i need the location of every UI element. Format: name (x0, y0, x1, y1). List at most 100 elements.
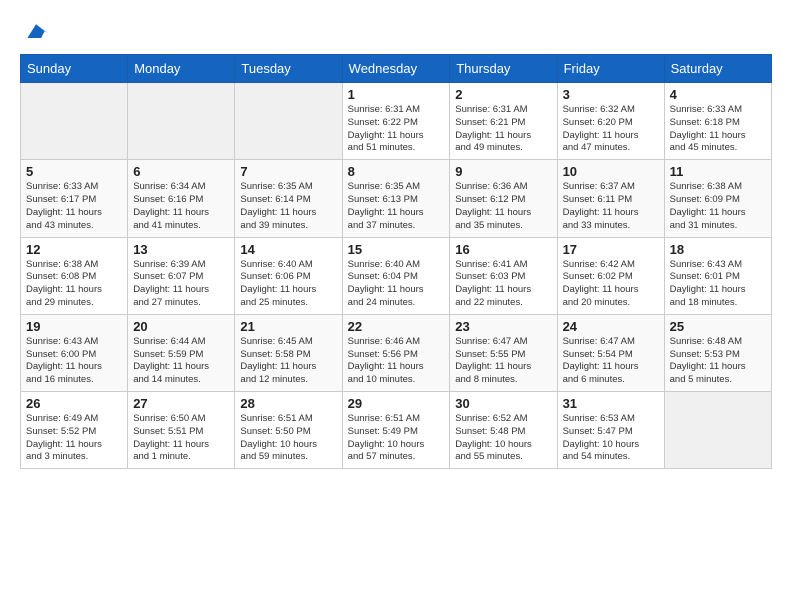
week-row-4: 19Sunrise: 6:43 AM Sunset: 6:00 PM Dayli… (21, 314, 772, 391)
week-row-1: 1 Sunrise: 6:31 AM Sunset: 6:22 PM Daylig… (21, 83, 772, 160)
day-cell: 2 Sunrise: 6:31 AM Sunset: 6:21 PM Daylig… (450, 83, 557, 160)
day-number: 9 (455, 164, 551, 179)
day-info: Sunrise: 6:36 AM Sunset: 6:12 PM Dayligh… (455, 181, 551, 232)
day-info: Sunrise: 6:47 AM Sunset: 5:54 PM Dayligh… (563, 336, 659, 387)
day-cell: 19Sunrise: 6:43 AM Sunset: 6:00 PM Dayli… (21, 314, 128, 391)
week-row-3: 12 Sunrise: 6:38 AM Sunset: 6:08 PM Dayli… (21, 237, 772, 314)
day-cell: 13Sunrise: 6:39 AM Sunset: 6:07 PM Dayli… (128, 237, 235, 314)
day-number: 15 (348, 242, 445, 257)
day-cell: 15 Sunrise: 6:40 AM Sunset: 6:04 PM Dayli… (342, 237, 450, 314)
day-cell: 11 Sunrise: 6:38 AM Sunset: 6:09 PM Dayli… (664, 160, 771, 237)
day-cell: 1 Sunrise: 6:31 AM Sunset: 6:22 PM Daylig… (342, 83, 450, 160)
day-info: Sunrise: 6:34 AM Sunset: 6:16 PM Dayligh… (133, 181, 229, 232)
day-number: 2 (455, 87, 551, 102)
day-cell: 8 Sunrise: 6:35 AM Sunset: 6:13 PM Daylig… (342, 160, 450, 237)
day-info: Sunrise: 6:38 AM Sunset: 6:09 PM Dayligh… (670, 181, 766, 232)
day-info: Sunrise: 6:53 AM Sunset: 5:47 PM Dayligh… (563, 413, 659, 464)
day-info: Sunrise: 6:31 AM Sunset: 6:22 PM Dayligh… (348, 104, 445, 155)
day-number: 4 (670, 87, 766, 102)
day-cell: 9 Sunrise: 6:36 AM Sunset: 6:12 PM Daylig… (450, 160, 557, 237)
day-cell: 23 Sunrise: 6:47 AM Sunset: 5:55 PM Dayli… (450, 314, 557, 391)
day-cell: 6 Sunrise: 6:34 AM Sunset: 6:16 PM Daylig… (128, 160, 235, 237)
day-number: 27 (133, 396, 229, 411)
day-number: 26 (26, 396, 122, 411)
day-number: 30 (455, 396, 551, 411)
day-cell: 18 Sunrise: 6:43 AM Sunset: 6:01 PM Dayli… (664, 237, 771, 314)
weekday-header-thursday: Thursday (450, 55, 557, 83)
day-info: Sunrise: 6:35 AM Sunset: 6:14 PM Dayligh… (240, 181, 336, 232)
day-number: 11 (670, 164, 766, 179)
day-cell: 27 Sunrise: 6:50 AM Sunset: 5:51 PM Dayli… (128, 392, 235, 469)
day-number: 24 (563, 319, 659, 334)
weekday-header-friday: Friday (557, 55, 664, 83)
day-cell: 25 Sunrise: 6:48 AM Sunset: 5:53 PM Dayli… (664, 314, 771, 391)
day-number: 12 (26, 242, 122, 257)
day-cell: 16 Sunrise: 6:41 AM Sunset: 6:03 PM Dayli… (450, 237, 557, 314)
day-info: Sunrise: 6:44 AM Sunset: 5:59 PM Dayligh… (133, 336, 229, 387)
day-number: 8 (348, 164, 445, 179)
day-info: Sunrise: 6:50 AM Sunset: 5:51 PM Dayligh… (133, 413, 229, 464)
day-number: 3 (563, 87, 659, 102)
day-number: 1 (348, 87, 445, 102)
week-row-2: 5Sunrise: 6:33 AM Sunset: 6:17 PM Daylig… (21, 160, 772, 237)
logo (20, 20, 48, 42)
day-info: Sunrise: 6:47 AM Sunset: 5:55 PM Dayligh… (455, 336, 551, 387)
day-cell: 20 Sunrise: 6:44 AM Sunset: 5:59 PM Dayli… (128, 314, 235, 391)
weekday-header-monday: Monday (128, 55, 235, 83)
day-info: Sunrise: 6:41 AM Sunset: 6:03 PM Dayligh… (455, 259, 551, 310)
day-info: Sunrise: 6:43 AM Sunset: 6:00 PM Dayligh… (26, 336, 122, 387)
day-info: Sunrise: 6:33 AM Sunset: 6:18 PM Dayligh… (670, 104, 766, 155)
day-info: Sunrise: 6:52 AM Sunset: 5:48 PM Dayligh… (455, 413, 551, 464)
day-number: 23 (455, 319, 551, 334)
day-number: 31 (563, 396, 659, 411)
day-info: Sunrise: 6:48 AM Sunset: 5:53 PM Dayligh… (670, 336, 766, 387)
day-info: Sunrise: 6:35 AM Sunset: 6:13 PM Dayligh… (348, 181, 445, 232)
day-number: 6 (133, 164, 229, 179)
day-cell: 31 Sunrise: 6:53 AM Sunset: 5:47 PM Dayli… (557, 392, 664, 469)
day-number: 14 (240, 242, 336, 257)
day-cell: 30 Sunrise: 6:52 AM Sunset: 5:48 PM Dayli… (450, 392, 557, 469)
header (20, 20, 772, 42)
weekday-header-tuesday: Tuesday (235, 55, 342, 83)
day-info: Sunrise: 6:46 AM Sunset: 5:56 PM Dayligh… (348, 336, 445, 387)
day-info: Sunrise: 6:31 AM Sunset: 6:21 PM Dayligh… (455, 104, 551, 155)
day-cell: 22 Sunrise: 6:46 AM Sunset: 5:56 PM Dayli… (342, 314, 450, 391)
day-number: 21 (240, 319, 336, 334)
day-number: 17 (563, 242, 659, 257)
day-number: 7 (240, 164, 336, 179)
day-info: Sunrise: 6:32 AM Sunset: 6:20 PM Dayligh… (563, 104, 659, 155)
day-info: Sunrise: 6:40 AM Sunset: 6:04 PM Dayligh… (348, 259, 445, 310)
day-cell: 24 Sunrise: 6:47 AM Sunset: 5:54 PM Dayli… (557, 314, 664, 391)
day-info: Sunrise: 6:42 AM Sunset: 6:02 PM Dayligh… (563, 259, 659, 310)
day-number: 20 (133, 319, 229, 334)
logo-icon (24, 20, 48, 44)
day-cell: 29Sunrise: 6:51 AM Sunset: 5:49 PM Dayli… (342, 392, 450, 469)
day-cell: 17 Sunrise: 6:42 AM Sunset: 6:02 PM Dayli… (557, 237, 664, 314)
day-cell: 7 Sunrise: 6:35 AM Sunset: 6:14 PM Daylig… (235, 160, 342, 237)
day-cell: 21 Sunrise: 6:45 AM Sunset: 5:58 PM Dayli… (235, 314, 342, 391)
day-cell: 14 Sunrise: 6:40 AM Sunset: 6:06 PM Dayli… (235, 237, 342, 314)
week-row-5: 26 Sunrise: 6:49 AM Sunset: 5:52 PM Dayli… (21, 392, 772, 469)
day-number: 10 (563, 164, 659, 179)
day-cell (235, 83, 342, 160)
day-number: 18 (670, 242, 766, 257)
day-number: 25 (670, 319, 766, 334)
day-info: Sunrise: 6:43 AM Sunset: 6:01 PM Dayligh… (670, 259, 766, 310)
day-cell (664, 392, 771, 469)
day-cell (128, 83, 235, 160)
calendar-table: SundayMondayTuesdayWednesdayThursdayFrid… (20, 54, 772, 469)
day-cell: 10 Sunrise: 6:37 AM Sunset: 6:11 PM Dayli… (557, 160, 664, 237)
day-info: Sunrise: 6:38 AM Sunset: 6:08 PM Dayligh… (26, 259, 122, 310)
day-info: Sunrise: 6:45 AM Sunset: 5:58 PM Dayligh… (240, 336, 336, 387)
day-info: Sunrise: 6:49 AM Sunset: 5:52 PM Dayligh… (26, 413, 122, 464)
day-number: 16 (455, 242, 551, 257)
day-number: 22 (348, 319, 445, 334)
day-info: Sunrise: 6:37 AM Sunset: 6:11 PM Dayligh… (563, 181, 659, 232)
day-cell: 28Sunrise: 6:51 AM Sunset: 5:50 PM Dayli… (235, 392, 342, 469)
day-cell: 12 Sunrise: 6:38 AM Sunset: 6:08 PM Dayli… (21, 237, 128, 314)
weekday-header-saturday: Saturday (664, 55, 771, 83)
page: SundayMondayTuesdayWednesdayThursdayFrid… (0, 0, 792, 479)
day-info: Sunrise: 6:40 AM Sunset: 6:06 PM Dayligh… (240, 259, 336, 310)
day-info: Sunrise: 6:51 AM Sunset: 5:50 PM Dayligh… (240, 413, 336, 464)
day-cell (21, 83, 128, 160)
